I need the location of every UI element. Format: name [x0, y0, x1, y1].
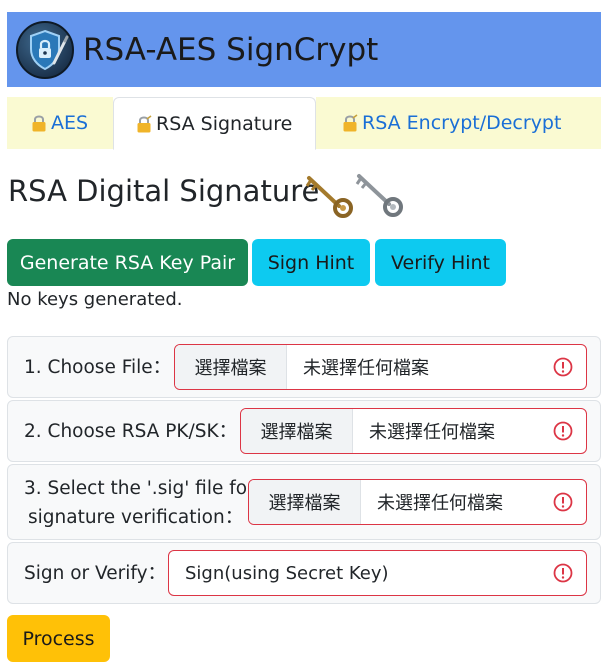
app-title: RSA-AES SignCrypt: [83, 31, 379, 68]
shield-lock-logo-icon: [16, 20, 74, 79]
choose-key-row: 2. Choose RSA PK/SK： 選擇檔案 未選擇任何檔案: [7, 400, 601, 462]
signature-file-label-line1: 3. Select the '.sig' file for: [24, 478, 248, 499]
choose-file-input[interactable]: 選擇檔案 未選擇任何檔案: [174, 344, 587, 390]
lock-icon: [343, 114, 358, 132]
error-icon: [553, 563, 573, 583]
tab-bar: AES RSA Signature RSA Encrypt/Decrypt: [7, 97, 601, 150]
signature-file-label-line2: signature verification：: [28, 507, 244, 528]
tab-rsa-encrypt-decrypt[interactable]: RSA Encrypt/Decrypt: [316, 97, 601, 149]
error-icon: [553, 357, 573, 377]
process-button[interactable]: Process: [7, 615, 110, 662]
mode-select-value: Sign(using Secret Key): [185, 562, 389, 584]
mode-row: Sign or Verify： Sign(using Secret Key): [7, 542, 601, 604]
signature-file-row: 3. Select the '.sig' file for signature …: [7, 464, 601, 540]
choose-key-input[interactable]: 選擇檔案 未選擇任何檔案: [240, 408, 587, 454]
tab-rsa-signature[interactable]: RSA Signature: [113, 97, 316, 150]
choose-key-label: 2. Choose RSA PK/SK：: [24, 421, 238, 442]
file-browse-button[interactable]: 選擇檔案: [175, 345, 287, 389]
mode-select[interactable]: Sign(using Secret Key): [168, 550, 587, 596]
lock-icon: [137, 114, 152, 132]
mode-label: Sign or Verify：: [24, 563, 167, 584]
sign-hint-button[interactable]: Sign Hint: [252, 239, 370, 286]
key-file-name-text: 未選擇任何檔案: [369, 422, 495, 443]
error-icon: [553, 421, 573, 441]
tab-aes[interactable]: AES: [7, 97, 113, 149]
key-status-text: No keys generated.: [7, 289, 183, 310]
key-browse-button[interactable]: 選擇檔案: [241, 409, 353, 453]
keys-icon: [305, 174, 403, 218]
signature-file-input[interactable]: 選擇檔案 未選擇任何檔案: [248, 479, 587, 525]
tab-rsa-encrypt-decrypt-label: RSA Encrypt/Decrypt: [362, 112, 562, 134]
choose-file-row: 1. Choose File： 選擇檔案 未選擇任何檔案: [7, 336, 601, 398]
error-icon: [553, 492, 573, 512]
app-header: RSA-AES SignCrypt: [7, 12, 601, 87]
lock-icon: [32, 115, 46, 132]
tab-aes-label: AES: [51, 112, 89, 134]
generate-key-pair-button[interactable]: Generate RSA Key Pair: [7, 239, 248, 286]
tab-rsa-signature-label: RSA Signature: [156, 112, 293, 135]
verify-hint-button[interactable]: Verify Hint: [375, 239, 506, 286]
page-title: RSA Digital Signature: [8, 174, 320, 208]
file-name-text: 未選擇任何檔案: [303, 358, 429, 379]
signature-browse-button[interactable]: 選擇檔案: [249, 480, 361, 524]
choose-file-label: 1. Choose File：: [24, 357, 172, 378]
